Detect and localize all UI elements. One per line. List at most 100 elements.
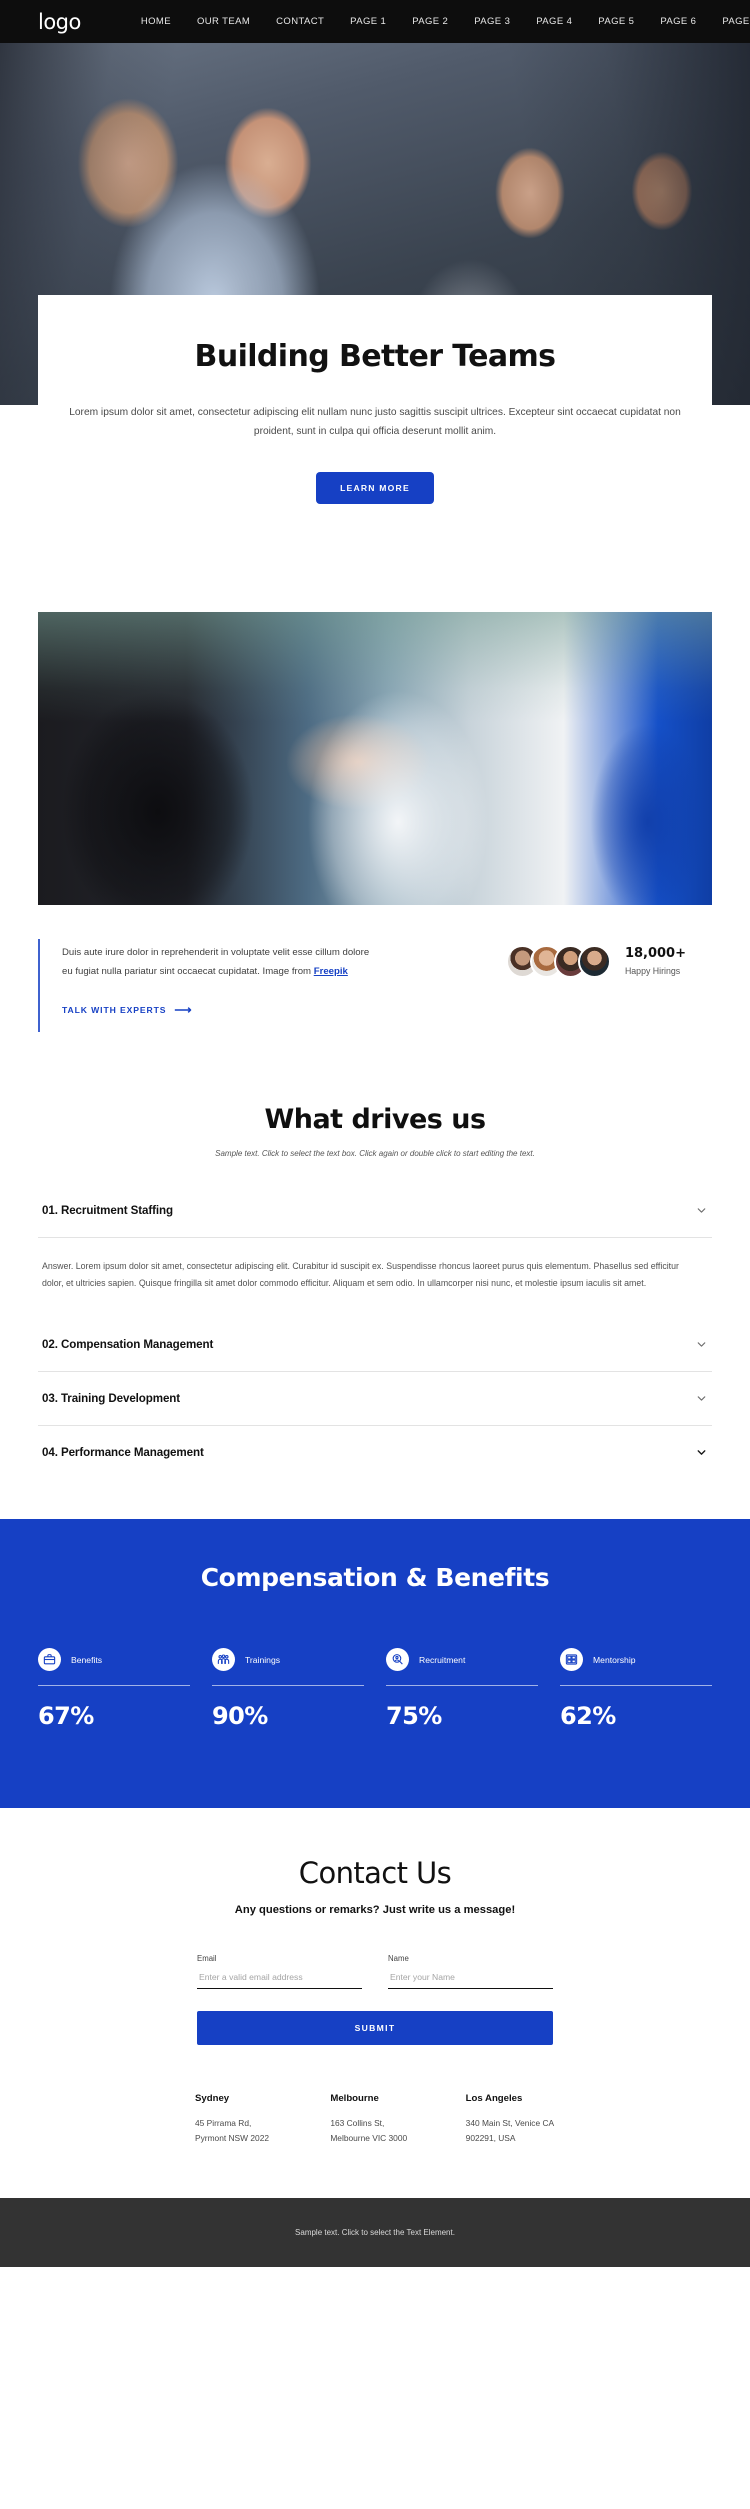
talk-with-experts-label: TALK WITH EXPERTS [62, 1005, 167, 1016]
accordion-header-4[interactable]: 04. Performance Management [38, 1426, 712, 1479]
nav-link-page-4[interactable]: PAGE 4 [536, 16, 572, 27]
id-card-icon [560, 1648, 583, 1672]
divider [38, 1685, 190, 1687]
section-title-contact: Contact Us [298, 1856, 452, 1891]
benefit-stat-trainings: Trainings 90% [212, 1648, 364, 1730]
nav-link-page-6[interactable]: PAGE 6 [660, 16, 696, 27]
avatar [577, 944, 611, 978]
accordion-answer-1: Answer. Lorem ipsum dolor sit amet, cons… [42, 1261, 679, 1289]
site-logo[interactable]: logo [38, 10, 81, 34]
benefit-label: Trainings [245, 1654, 281, 1665]
compensation-benefits-section: Compensation & Benefits Benefits 67% Tra… [0, 1519, 750, 1809]
office-los-angeles: Los Angeles 340 Main St, Venice CA 90229… [466, 2093, 555, 2145]
chevron-down-icon[interactable] [695, 1446, 708, 1459]
nav-link-page-3[interactable]: PAGE 3 [474, 16, 510, 27]
benefits-stat-grid: Benefits 67% Trainings 90% Recruitment 7… [38, 1648, 712, 1730]
accordion-list: 01. Recruitment Staffing Answer. Lorem i… [38, 1184, 712, 1479]
offices-list: Sydney 45 Pirrama Rd, Pyrmont NSW 2022 M… [195, 2093, 555, 2197]
accordion-item-2: 02. Compensation Management [38, 1318, 712, 1373]
accordion-header-1[interactable]: 01. Recruitment Staffing [38, 1184, 712, 1237]
benefit-head: Trainings [212, 1648, 364, 1672]
hero-paragraph: Lorem ipsum dolor sit amet, consectetur … [69, 407, 681, 437]
accordion-item-1: 01. Recruitment Staffing Answer. Lorem i… [38, 1184, 712, 1318]
talk-with-experts-link[interactable]: TALK WITH EXPERTS ⟶ [62, 1004, 193, 1016]
benefit-head: Recruitment [386, 1648, 538, 1672]
accordion-question-2: 02. Compensation Management [42, 1338, 214, 1352]
accordion-header-2[interactable]: 02. Compensation Management [38, 1318, 712, 1371]
email-field-group: Email [197, 1954, 362, 1990]
happy-hirings-stat: 18,000+ Happy Hirings [505, 939, 712, 978]
benefit-value: 90% [212, 1702, 268, 1731]
quote-text: Duis aute irure dolor in reprehenderit i… [62, 943, 378, 982]
office-address: 45 Pirrama Rd, Pyrmont NSW 2022 [195, 2118, 270, 2144]
benefit-stat-recruitment: Recruitment 75% [386, 1648, 538, 1730]
nav-links: HOME OUR TEAM CONTACT PAGE 1 PAGE 2 PAGE… [141, 16, 750, 27]
office-city: Melbourne [330, 2093, 379, 2105]
section-subtitle-drives: Sample text. Click to select the text bo… [215, 1149, 535, 1159]
office-melbourne: Melbourne 163 Collins St, Melbourne VIC … [330, 2093, 419, 2145]
landing-page: logo HOME OUR TEAM CONTACT PAGE 1 PAGE 2… [0, 0, 750, 2267]
benefit-label: Recruitment [419, 1654, 466, 1665]
benefit-head: Mentorship [560, 1648, 712, 1672]
accordion-question-1: 01. Recruitment Staffing [42, 1204, 173, 1218]
arrow-right-icon: ⟶ [174, 1003, 193, 1018]
benefit-value: 67% [38, 1702, 94, 1731]
quote-block: Duis aute irure dolor in reprehenderit i… [38, 938, 378, 1033]
top-navbar: logo HOME OUR TEAM CONTACT PAGE 1 PAGE 2… [0, 0, 750, 43]
divider [386, 1685, 538, 1687]
section-title-drives: What drives us [264, 1104, 486, 1136]
nav-link-contact[interactable]: CONTACT [276, 16, 324, 27]
nav-link-home[interactable]: HOME [141, 16, 171, 27]
team-photo-section: Duis aute irure dolor in reprehenderit i… [0, 611, 750, 1042]
benefit-label: Benefits [71, 1654, 103, 1665]
learn-more-button[interactable]: LEARN MORE [316, 471, 434, 504]
name-label: Name [388, 1954, 409, 1964]
page-title: Building Better Teams [194, 339, 557, 374]
avatar-group [505, 944, 611, 978]
divider [212, 1685, 364, 1687]
people-group-icon [212, 1648, 235, 1672]
hero-intro-card: Building Better Teams Lorem ipsum dolor … [38, 295, 712, 560]
accordion-header-3[interactable]: 03. Training Development [38, 1372, 712, 1425]
nav-link-page-7[interactable]: PAGE 7 [722, 16, 750, 27]
office-address: 340 Main St, Venice CA 902291, USA [465, 2118, 554, 2144]
benefit-stat-mentorship: Mentorship 62% [560, 1648, 712, 1730]
benefit-value: 62% [560, 1702, 616, 1731]
freepik-link[interactable]: Freepik [314, 966, 348, 977]
nav-link-page-5[interactable]: PAGE 5 [598, 16, 634, 27]
team-handshake-image [38, 611, 712, 905]
benefit-stat-benefits: Benefits 67% [38, 1648, 190, 1730]
chevron-down-icon[interactable] [695, 1392, 708, 1405]
office-address: 163 Collins St, Melbourne VIC 3000 [330, 2118, 408, 2144]
accordion-question-3: 03. Training Development [42, 1392, 181, 1406]
office-sydney: Sydney 45 Pirrama Rd, Pyrmont NSW 2022 [195, 2093, 284, 2145]
contact-form-row: Email Name [197, 1954, 553, 1990]
submit-button[interactable]: SUBMIT [197, 2011, 553, 2046]
name-field-group: Name [388, 1954, 553, 1990]
stat-text-group: 18,000+ Happy Hirings [625, 946, 686, 976]
briefcase-icon [38, 1648, 61, 1672]
email-field[interactable] [197, 1963, 362, 1990]
office-city: Los Angeles [465, 2093, 523, 2105]
magnifier-person-icon [386, 1648, 409, 1672]
page-footer: Sample text. Click to select the Text El… [0, 2197, 750, 2267]
email-label: Email [197, 1954, 217, 1964]
stat-number: 18,000+ [624, 946, 686, 962]
stat-label: Happy Hirings [624, 966, 681, 977]
office-city: Sydney [195, 2093, 230, 2105]
nav-link-our-team[interactable]: OUR TEAM [197, 16, 250, 27]
chevron-down-icon[interactable] [695, 1338, 708, 1351]
nav-link-page-2[interactable]: PAGE 2 [412, 16, 448, 27]
accordion-question-4: 04. Performance Management [42, 1446, 204, 1460]
benefit-head: Benefits [38, 1648, 190, 1672]
chevron-down-icon[interactable] [695, 1204, 708, 1217]
footer-text: Sample text. Click to select the Text El… [295, 2227, 455, 2237]
nav-link-page-1[interactable]: PAGE 1 [350, 16, 386, 27]
accordion-item-4: 04. Performance Management [38, 1426, 712, 1479]
section-subtitle-contact: Any questions or remarks? Just write us … [234, 1904, 516, 1917]
name-field[interactable] [388, 1963, 553, 1990]
section-title-benefits: Compensation & Benefits [200, 1563, 550, 1593]
contact-section: Contact Us Any questions or remarks? Jus… [0, 1808, 750, 2197]
divider [560, 1685, 712, 1687]
quote-stats-row: Duis aute irure dolor in reprehenderit i… [38, 938, 712, 1042]
